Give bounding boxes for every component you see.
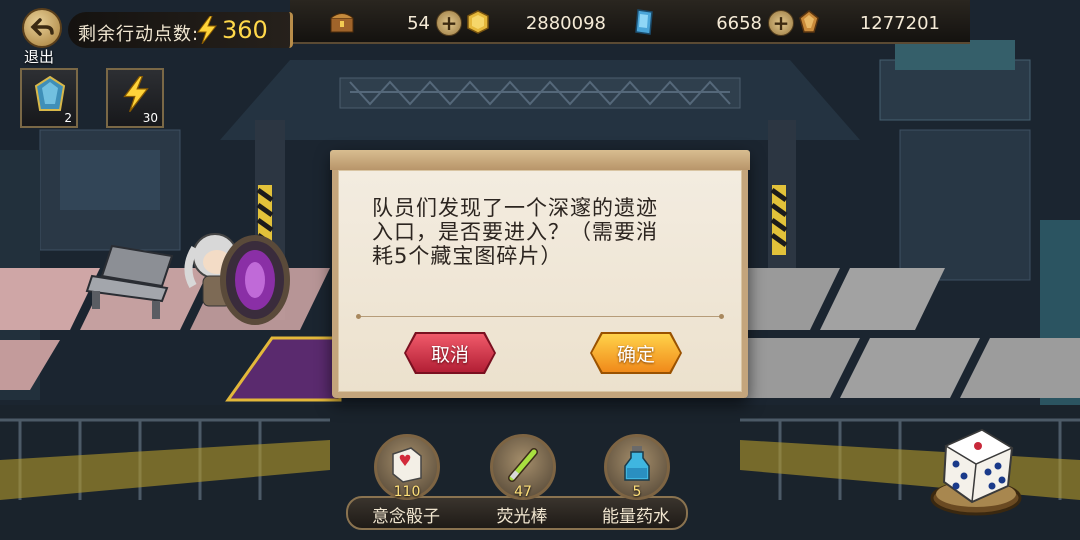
resource-chest (322, 9, 362, 35)
gem-item-count: 2 (64, 111, 72, 125)
confirm-button[interactable]: 确定 (592, 334, 680, 372)
dialog-message: 队员们发现了一个深邃的遗迹 入口，是否要进入？（需要消 耗5个藏宝图碎片） (372, 196, 712, 268)
chest-count: 54 (407, 13, 430, 34)
ruin-portal (220, 235, 290, 325)
item-slot-gem[interactable]: 2 (20, 68, 78, 128)
back-arrow-icon (30, 18, 54, 36)
glow-stick-icon (508, 448, 538, 482)
back-button[interactable] (22, 8, 62, 48)
gold-coin-icon (467, 10, 489, 34)
confirm-dialog: 队员们发现了一个深邃的遗迹 入口，是否要进入？（需要消 耗5个藏宝图碎片） 取消… (330, 150, 750, 398)
tool-mind-dice[interactable]: 110 (372, 432, 442, 502)
dialog-message-line: 入口，是否要进入？（需要消 (372, 220, 658, 244)
amber-gem-icon (799, 10, 819, 33)
dice-icon (930, 428, 1022, 516)
tool-count: 110 (393, 484, 421, 500)
dialog-divider (356, 314, 724, 319)
tool-energy-potion[interactable]: 5 (602, 432, 672, 502)
tool-name: 意念骰子 (372, 507, 440, 527)
item-slot-energy[interactable]: 30 (106, 68, 164, 128)
blue-gem-icon (34, 76, 66, 111)
tool-name: 荧光棒 (496, 507, 548, 527)
lightning-icon (197, 16, 218, 44)
treasure-chest-icon (330, 13, 354, 33)
amber-count: 1277201 (859, 13, 940, 34)
dice-card-icon (392, 447, 422, 483)
add-crystal-button[interactable]: + (768, 10, 794, 36)
add-chest-button[interactable]: + (436, 10, 462, 36)
tool-glow-stick[interactable]: 47 (488, 432, 558, 502)
blue-crystal-icon (635, 9, 653, 35)
tool-name: 能量药水 (602, 507, 670, 527)
back-label: 退出 (24, 48, 55, 66)
energy-item-count: 30 (142, 111, 158, 125)
gold-count: 2880098 (525, 13, 606, 34)
action-points-value: 360 (222, 16, 268, 44)
action-points-label: 剩余行动点数: (78, 24, 200, 45)
roll-dice-button[interactable] (926, 420, 1026, 520)
dialog-message-line: 队员们发现了一个深邃的遗迹 (372, 196, 658, 220)
crystal-count: 6658 (716, 13, 762, 34)
cancel-button[interactable]: 取消 (406, 334, 494, 372)
lightning-icon (123, 76, 149, 112)
dialog-header-trim (330, 150, 750, 170)
tool-count: 47 (514, 484, 532, 500)
tool-count: 5 (632, 484, 642, 500)
potion-icon (624, 446, 650, 481)
dialog-message-line: 耗5个藏宝图碎片） (372, 244, 563, 268)
